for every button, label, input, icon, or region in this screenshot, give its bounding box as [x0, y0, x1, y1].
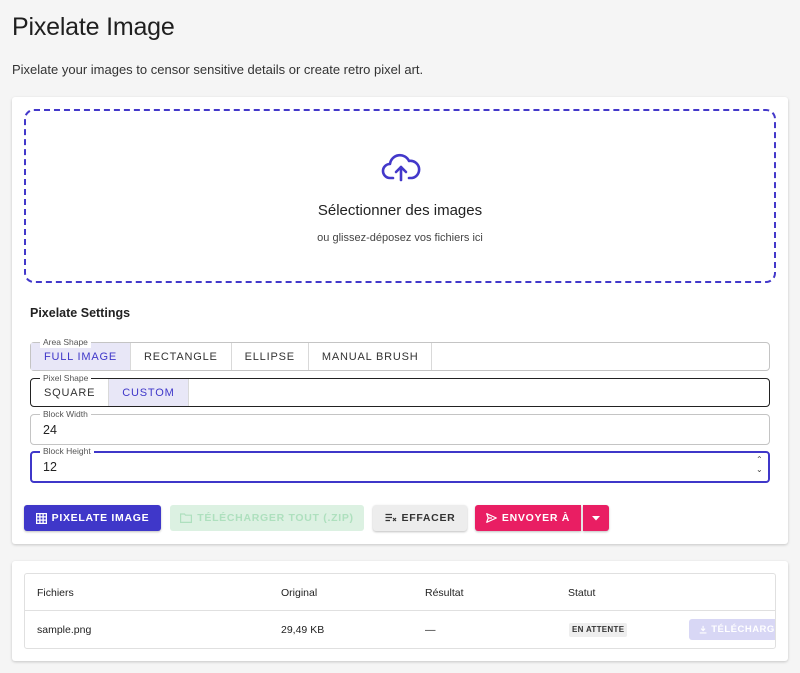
header-status: Statut [568, 587, 596, 599]
grid-icon [35, 512, 47, 524]
settings-title: Pixelate Settings [30, 306, 131, 320]
table-row: sample.png 29,49 KB — EN ATTENTE TÉLÉCHA… [25, 611, 775, 648]
cloud-upload-icon [381, 153, 421, 182]
clear-button[interactable]: EFFACER [373, 505, 467, 531]
area-shape-group: FULL IMAGE RECTANGLE ELLIPSE MANUAL BRUS… [30, 336, 770, 371]
send-to-menu-button[interactable] [583, 505, 609, 531]
clear-list-icon [385, 513, 396, 522]
files-card: Fichiers Original Résultat Statut sample… [12, 561, 788, 661]
folder-icon [180, 513, 193, 523]
download-file-label: TÉLÉCHARGER [711, 624, 775, 635]
original-size: 29,49 KB [281, 624, 325, 636]
download-icon [699, 625, 707, 634]
area-shape-label: Area Shape [40, 336, 91, 348]
block-width-field[interactable]: 24 Block Width [30, 408, 770, 445]
header-original: Original [281, 587, 318, 599]
download-all-label: TÉLÉCHARGER TOUT (.ZIP) [197, 512, 354, 524]
send-to-label: ENVOYER À [501, 512, 571, 524]
header-result: Résultat [425, 587, 464, 599]
download-all-button[interactable]: TÉLÉCHARGER TOUT (.ZIP) [170, 505, 364, 531]
pixel-shape-custom[interactable]: CUSTOM [109, 379, 189, 406]
pixelate-image-button[interactable]: PIXELATE IMAGE [24, 505, 161, 531]
image-dropzone[interactable]: Sélectionner des images ou glissez-dépos… [24, 109, 776, 283]
dropzone-title: Sélectionner des images [317, 202, 483, 219]
block-height-label: Block Height [40, 445, 94, 457]
status-badge: EN ATTENTE [569, 623, 628, 637]
clear-label: EFFACER [401, 512, 456, 524]
page-title: Pixelate Image [12, 13, 175, 41]
table-header: Fichiers Original Résultat Statut [25, 574, 775, 611]
download-file-button[interactable]: TÉLÉCHARGER [689, 619, 775, 640]
caret-down-icon [592, 515, 600, 520]
block-height-field[interactable]: 12 Block Height ⌃ ⌄ [30, 445, 770, 483]
settings-card: Sélectionner des images ou glissez-dépos… [12, 97, 788, 544]
area-shape-manual-brush[interactable]: MANUAL BRUSH [309, 343, 433, 370]
file-name: sample.png [37, 624, 92, 636]
block-width-input[interactable]: 24 [43, 423, 57, 437]
number-spinner[interactable]: ⌃ ⌄ [756, 455, 764, 475]
header-files: Fichiers [37, 587, 74, 599]
area-shape-ellipse[interactable]: ELLIPSE [232, 343, 309, 370]
pixelate-image-label: PIXELATE IMAGE [51, 512, 150, 524]
block-height-input[interactable]: 12 [43, 460, 57, 474]
pixel-shape-label: Pixel Shape [40, 372, 92, 384]
result-size: — [425, 624, 436, 636]
spinner-up-icon[interactable]: ⌃ [756, 455, 764, 465]
dropzone-subtitle: ou glissez-déposez vos fichiers ici [317, 232, 483, 244]
send-to-button[interactable]: ENVOYER À [475, 505, 581, 531]
page-description: Pixelate your images to censor sensitive… [12, 62, 424, 77]
area-shape-rectangle[interactable]: RECTANGLE [131, 343, 232, 370]
files-table: Fichiers Original Résultat Statut sample… [24, 573, 776, 649]
pixel-shape-group: SQUARE CUSTOM Pixel Shape [30, 372, 770, 407]
send-icon [486, 513, 497, 523]
spinner-down-icon[interactable]: ⌄ [756, 465, 764, 475]
block-width-label: Block Width [40, 408, 91, 420]
